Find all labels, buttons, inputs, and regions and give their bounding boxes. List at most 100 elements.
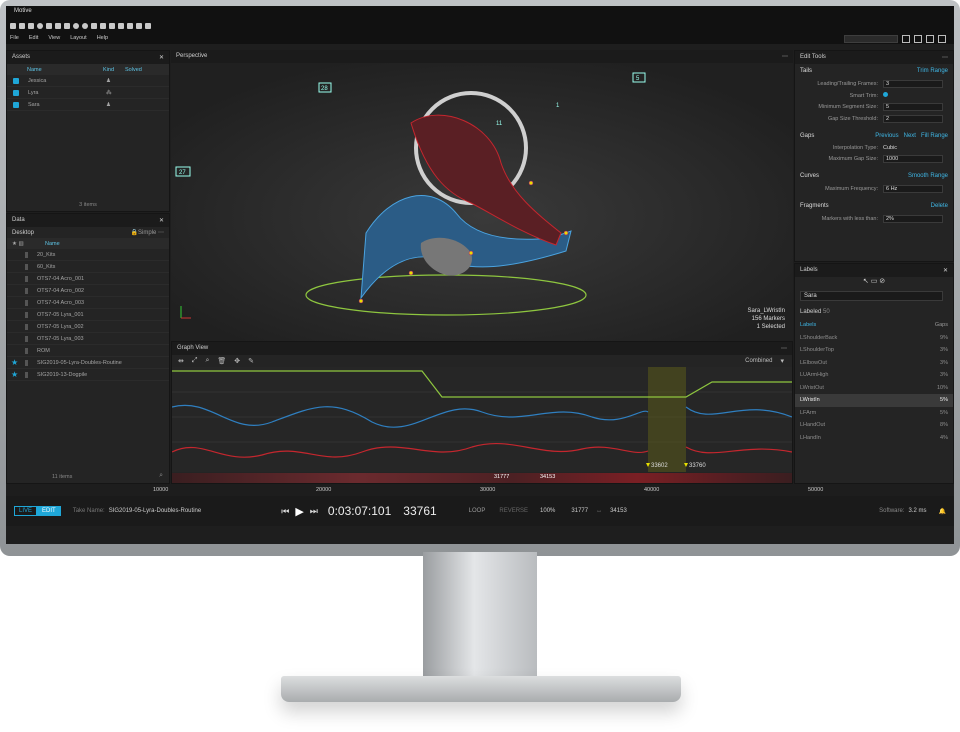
info-icon[interactable] bbox=[82, 22, 88, 29]
data-row[interactable]: 60_Kits bbox=[7, 261, 169, 273]
search-icon[interactable]: ⌕ bbox=[159, 472, 163, 480]
gap-threshold-input[interactable]: 2 bbox=[883, 115, 943, 123]
delete-button[interactable]: Delete bbox=[931, 203, 948, 209]
col-name[interactable]: Name bbox=[27, 67, 103, 73]
move-icon[interactable]: ✥ bbox=[234, 357, 240, 365]
layout-2-icon[interactable] bbox=[914, 35, 922, 43]
layout-4-icon[interactable] bbox=[938, 35, 946, 43]
reverse-button[interactable]: REVERSE bbox=[499, 508, 528, 514]
data-row[interactable]: OTS7-05 Lyra_001 bbox=[7, 309, 169, 321]
label-row[interactable]: LHandIn 4% bbox=[795, 432, 953, 445]
previous-button[interactable]: Previous bbox=[875, 133, 898, 139]
prev-frame-icon[interactable]: ⏮ bbox=[281, 506, 289, 517]
fit-icon[interactable]: ⇹ bbox=[178, 357, 184, 365]
data-location[interactable]: Desktop bbox=[12, 230, 34, 236]
label-row[interactable]: LFArm 5% bbox=[795, 407, 953, 420]
trim-range-button[interactable]: Trim Range bbox=[917, 68, 948, 74]
layout-1-icon[interactable] bbox=[902, 35, 910, 43]
edit-tools-icon[interactable] bbox=[136, 22, 142, 29]
cursor-icon[interactable]: ↖ bbox=[863, 278, 869, 285]
checkbox[interactable] bbox=[13, 89, 19, 96]
label-row[interactable]: LHandOut 8% bbox=[795, 419, 953, 432]
tag-icon[interactable]: ▭ bbox=[871, 278, 878, 285]
3d-viewport[interactable]: 28 5 27 1 11 Sara_LWristIn 156 Markers 1… bbox=[171, 63, 793, 341]
loop-button[interactable]: LOOP bbox=[469, 508, 486, 514]
asset-row[interactable]: Sara ♟ bbox=[7, 99, 169, 111]
tails-section[interactable]: Tails bbox=[800, 68, 812, 74]
asset-select[interactable]: Sara bbox=[800, 291, 943, 301]
label-row[interactable]: LElbowOut 3% bbox=[795, 357, 953, 370]
col-solved[interactable]: Solved bbox=[125, 67, 142, 73]
more-icon[interactable]: ⋯ bbox=[781, 345, 787, 352]
bell-icon[interactable]: 🔔 bbox=[939, 508, 946, 515]
pen-icon[interactable]: ✎ bbox=[248, 357, 254, 365]
graph-icon[interactable] bbox=[118, 22, 124, 29]
take-name[interactable]: SIG2019-05-Lyra-Doubles-Routine bbox=[109, 508, 202, 514]
timeline-strip[interactable]: 31777 34153 bbox=[172, 473, 792, 483]
smooth-range-button[interactable]: Smooth Range bbox=[908, 173, 948, 179]
open-icon[interactable] bbox=[19, 22, 25, 29]
graph-canvas[interactable]: 33602 33760 bbox=[171, 367, 793, 472]
data-row[interactable]: ★ SIG2019-13-Dogpile bbox=[7, 369, 169, 381]
data-row[interactable]: OTS7-04 Acro_003 bbox=[7, 297, 169, 309]
data-row[interactable]: 20_Kits bbox=[7, 249, 169, 261]
data-row[interactable]: OTS7-05 Lyra_002 bbox=[7, 321, 169, 333]
play-icon[interactable]: ▶ bbox=[295, 505, 303, 518]
interpolation-select[interactable]: Cubic bbox=[883, 145, 943, 151]
label-row[interactable]: LWristOut 10% bbox=[795, 382, 953, 395]
col-gaps[interactable]: Gaps bbox=[935, 322, 948, 328]
layout-3-icon[interactable] bbox=[926, 35, 934, 43]
live-button[interactable]: LIVE bbox=[14, 506, 38, 516]
data-row[interactable]: OTS7-04 Acro_001 bbox=[7, 273, 169, 285]
chevron-down-icon[interactable]: ▾ bbox=[780, 357, 784, 365]
star-icon[interactable]: ★ bbox=[11, 358, 21, 367]
asset-row[interactable]: Lyra ⁂ bbox=[7, 87, 169, 99]
wand-icon[interactable] bbox=[64, 22, 70, 29]
range-start[interactable]: 31777 bbox=[571, 508, 588, 514]
fragments-section[interactable]: Fragments bbox=[800, 203, 829, 209]
col-name[interactable]: Name bbox=[45, 241, 60, 247]
save-icon[interactable] bbox=[28, 22, 34, 29]
leading-trailing-input[interactable]: 3 bbox=[883, 80, 943, 88]
view-icon[interactable] bbox=[55, 22, 61, 29]
data-mode[interactable]: Simple bbox=[138, 230, 156, 236]
label-row[interactable]: LShoulderTop 3% bbox=[795, 344, 953, 357]
label-row[interactable]: LWristIn 5% bbox=[795, 394, 953, 407]
labels-icon[interactable] bbox=[145, 22, 151, 29]
label-row[interactable]: LUArmHigh 3% bbox=[795, 369, 953, 382]
asset-row[interactable]: Jessica ♟ bbox=[7, 75, 169, 87]
unlabel-icon[interactable]: ⊘ bbox=[879, 278, 885, 285]
data-row[interactable]: ROM bbox=[7, 345, 169, 357]
skeleton-icon[interactable] bbox=[109, 22, 115, 29]
menu-help[interactable]: Help bbox=[97, 35, 108, 41]
zoom-icon[interactable]: ⌕ bbox=[205, 357, 209, 365]
record-icon[interactable] bbox=[73, 22, 79, 29]
col-kind[interactable]: Kind bbox=[103, 67, 125, 73]
fragment-threshold-input[interactable]: 2% bbox=[883, 215, 943, 223]
menu-layout[interactable]: Layout bbox=[70, 35, 87, 41]
min-segment-input[interactable]: 5 bbox=[883, 103, 943, 111]
fill-range-button[interactable]: Fill Range bbox=[921, 133, 948, 139]
edit-button[interactable]: EDIT bbox=[37, 506, 61, 516]
data-row[interactable]: OTS7-05 Lyra_003 bbox=[7, 333, 169, 345]
max-frequency-input[interactable]: 6 Hz bbox=[883, 185, 943, 193]
settings-icon[interactable] bbox=[37, 22, 43, 29]
more-icon[interactable]: ⋯ bbox=[942, 54, 948, 61]
delete-icon[interactable]: 🗑 bbox=[217, 357, 226, 365]
new-icon[interactable] bbox=[10, 22, 16, 29]
cursor-icon[interactable]: ⤢ bbox=[192, 357, 198, 365]
gaps-section[interactable]: Gaps bbox=[800, 133, 814, 139]
close-icon[interactable]: ✕ bbox=[943, 267, 948, 274]
range-end[interactable]: 34153 bbox=[610, 508, 627, 514]
star-icon[interactable]: ★ bbox=[11, 370, 21, 379]
smart-trim-toggle[interactable] bbox=[883, 92, 888, 97]
menu-file[interactable]: File bbox=[10, 35, 19, 41]
data-row[interactable]: ★ SIG2019-05-Lyra-Doubles-Routine bbox=[7, 357, 169, 369]
timeline-ruler[interactable]: 10000 20000 30000 40000 50000 bbox=[6, 484, 954, 496]
menu-view[interactable]: View bbox=[48, 35, 60, 41]
menu-edit[interactable]: Edit bbox=[29, 35, 38, 41]
next-frame-icon[interactable]: ⏭ bbox=[310, 506, 318, 517]
close-icon[interactable]: ✕ bbox=[159, 217, 164, 224]
data-row[interactable]: OTS7-04 Acro_002 bbox=[7, 285, 169, 297]
layout-dropdown[interactable] bbox=[844, 35, 898, 43]
